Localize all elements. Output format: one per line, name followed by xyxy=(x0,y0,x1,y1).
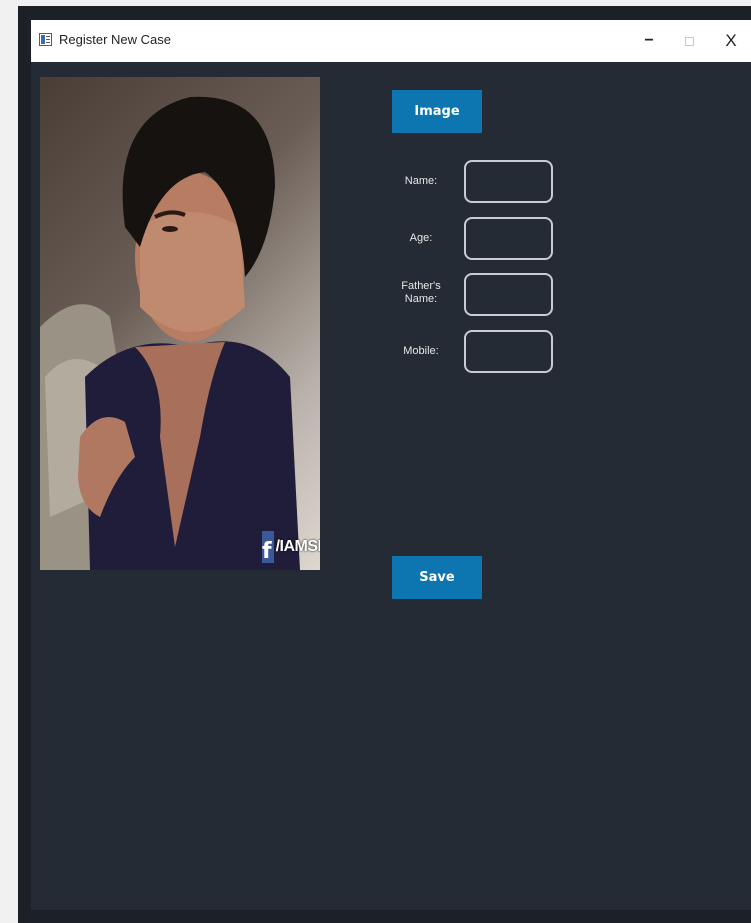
facebook-icon: f xyxy=(262,531,274,563)
close-button[interactable]: X xyxy=(711,20,751,62)
save-button[interactable]: Save xyxy=(392,556,482,599)
mobile-label: Mobile: xyxy=(403,345,439,357)
window-title: Register New Case xyxy=(59,32,171,47)
minimize-button[interactable]: − xyxy=(629,20,669,62)
maximize-button[interactable] xyxy=(669,20,709,62)
watermark-text: /IAMSR xyxy=(275,538,320,555)
maximize-icon xyxy=(684,36,694,46)
fathers-name-label: Father's Name: xyxy=(401,280,441,305)
watermark: f /IAMSR xyxy=(262,530,320,564)
portrait-illustration xyxy=(40,96,300,570)
fathers-name-input[interactable] xyxy=(464,273,553,316)
image-button[interactable]: Image xyxy=(392,90,482,133)
age-input[interactable] xyxy=(464,217,553,260)
case-photo: f /IAMSR xyxy=(40,77,320,570)
app-icon xyxy=(39,33,52,46)
age-label: Age: xyxy=(409,232,433,244)
name-input[interactable] xyxy=(464,160,553,203)
name-label: Name: xyxy=(404,175,438,187)
title-bar[interactable]: Register New Case − X xyxy=(31,20,751,62)
main-content: f /IAMSR Image Name: Age: Father's Name:… xyxy=(31,62,751,910)
mobile-input[interactable] xyxy=(464,330,553,373)
